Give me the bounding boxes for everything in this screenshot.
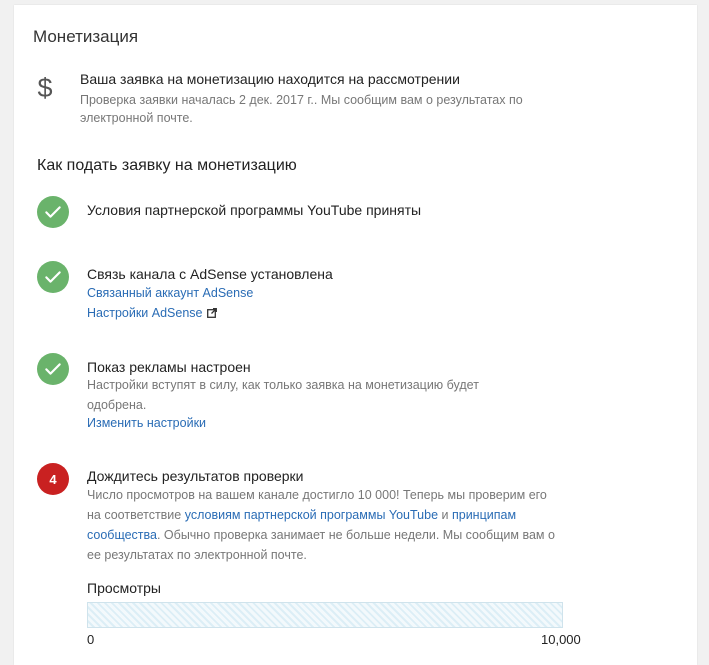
step-2-check-icon (37, 261, 69, 293)
checkmark-icon (45, 206, 61, 218)
linked-adsense-account-link[interactable]: Связанный аккаунт AdSense (87, 286, 253, 300)
step-4-text-part2: и (438, 508, 452, 522)
checkmark-icon (45, 363, 61, 375)
step-1-check-icon (37, 196, 69, 228)
progress-min-label: 0 (87, 632, 95, 647)
external-link-icon (206, 308, 217, 318)
step-4-title: Дождитесь результатов проверки (87, 468, 304, 484)
status-heading: Ваша заявка на монетизацию находится на … (80, 71, 460, 87)
step-2-links: Связанный аккаунт AdSense Настройки AdSe… (87, 283, 253, 323)
dollar-icon: $ (37, 73, 53, 103)
change-settings-link-wrap: Изменить настройки (87, 413, 206, 433)
step-4-number-badge: 4 (37, 463, 69, 495)
adsense-settings-link[interactable]: Настройки AdSense (87, 306, 217, 320)
views-label: Просмотры (87, 580, 161, 596)
step-3-text: Настройки вступят в силу, как только зая… (87, 378, 479, 412)
step-4-text-part3: . Обычно проверка занимает не больше нед… (87, 528, 555, 562)
monetization-card: Монетизация $ Ваша заявка на монетизацию… (14, 5, 697, 665)
page-title: Монетизация (33, 27, 139, 46)
step-3-title: Показ рекламы настроен (87, 359, 251, 375)
step-3-check-icon (37, 353, 69, 385)
step-1-title: Условия партнерской программы YouTube пр… (87, 202, 422, 218)
partner-program-terms-link[interactable]: условиям партнерской программы YouTube (185, 508, 438, 522)
views-progress-bar (87, 602, 563, 628)
status-subtext: Проверка заявки началась 2 дек. 2017 г..… (80, 93, 523, 125)
step-2-title: Связь канала с AdSense установлена (87, 266, 333, 282)
change-settings-link[interactable]: Изменить настройки (87, 416, 206, 430)
section-title: Как подать заявку на монетизацию (37, 157, 297, 174)
checkmark-icon (45, 271, 61, 283)
adsense-settings-label: Настройки AdSense (87, 306, 203, 320)
progress-max-label: 10,000 (541, 632, 581, 647)
step-4-text: Число просмотров на вашем канале достигл… (87, 485, 562, 565)
